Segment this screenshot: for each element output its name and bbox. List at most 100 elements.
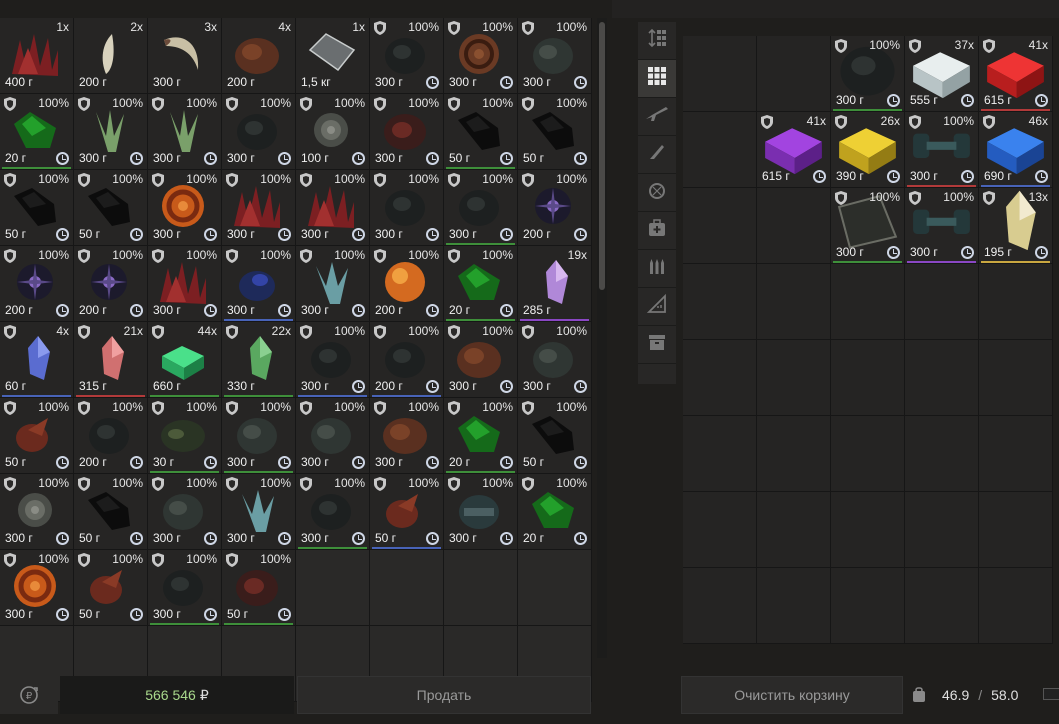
weight-indicator: 46.9 / 58.0 (912, 676, 1059, 714)
stash-item-slot[interactable]: 1x 400 г (0, 18, 74, 94)
stash-item-slot[interactable]: 100% 300 г (296, 398, 370, 474)
stash-item-slot[interactable]: 100% 300 г (148, 246, 222, 322)
stash-item-slot[interactable]: 100% 300 г (296, 246, 370, 322)
stash-item-slot[interactable]: 100% 50 г (0, 398, 74, 474)
stash-item-slot[interactable]: 100% 50 г (370, 474, 444, 550)
stash-item-slot[interactable]: 100% 200 г (370, 322, 444, 398)
found-in-raid-icon (78, 477, 90, 491)
stash-item-slot[interactable]: 100% 200 г (74, 246, 148, 322)
stash-item-slot[interactable]: 100% 300 г (296, 170, 370, 246)
stash-item-slot[interactable]: 100% 200 г (518, 170, 592, 246)
stash-item-slot[interactable]: 1x 1,5 кг (296, 18, 370, 94)
stash-item-slot[interactable]: 100% 300 г (370, 18, 444, 94)
stash-item-slot[interactable]: 100% 300 г (222, 94, 296, 170)
stash-item-slot[interactable]: 2x 200 г (74, 18, 148, 94)
stash-item-slot[interactable]: 100% 300 г (296, 322, 370, 398)
sort-filter-button[interactable] (638, 22, 676, 60)
basket-item-slot[interactable]: 100% 300 г (905, 188, 979, 264)
medkit-filter-button[interactable] (638, 212, 676, 250)
stash-item-slot[interactable]: 3x 300 г (148, 18, 222, 94)
stash-item-slot[interactable]: 4x 200 г (222, 18, 296, 94)
basket-item-slot[interactable]: 13x 195 г (979, 188, 1053, 264)
basket-item-slot[interactable]: 41x 615 г (979, 36, 1053, 112)
stash-scrollbar[interactable] (597, 18, 607, 658)
stash-item-slot[interactable]: 100% 50 г (222, 550, 296, 626)
basket-item-slot[interactable]: 26x 390 г (831, 112, 905, 188)
stash-item-slot[interactable]: 100% 300 г (222, 246, 296, 322)
found-in-raid-icon (226, 97, 238, 111)
stash-item-slot[interactable]: 100% 300 г (370, 94, 444, 170)
stash-item-slot[interactable]: 100% 300 г (370, 398, 444, 474)
rock-black-item-icon (526, 106, 580, 154)
basket-empty-slot (831, 492, 905, 568)
grid-filter-button[interactable] (638, 60, 676, 98)
stash-item-slot[interactable]: 100% 20 г (0, 94, 74, 170)
item-count: 100% (186, 476, 217, 490)
stash-item-slot[interactable]: 100% 50 г (0, 170, 74, 246)
basket-item-slot[interactable]: 100% 300 г (905, 112, 979, 188)
stash-item-slot[interactable]: 100% 300 г (148, 474, 222, 550)
stash-item-slot[interactable]: 100% 300 г (444, 170, 518, 246)
basket-item-slot[interactable]: 100% 300 г (831, 188, 905, 264)
stash-item-slot[interactable]: 100% 50 г (74, 474, 148, 550)
stash-item-slot[interactable]: 100% 50 г (444, 94, 518, 170)
archive-filter-button[interactable] (638, 326, 676, 364)
item-count: 100% (186, 172, 217, 186)
found-in-raid-icon (983, 191, 995, 205)
stash-item-slot[interactable]: 100% 200 г (74, 398, 148, 474)
stash-item-slot[interactable]: 100% 50 г (74, 550, 148, 626)
stash-item-slot[interactable]: 100% 300 г (0, 474, 74, 550)
stash-item-slot[interactable]: 100% 300 г (148, 550, 222, 626)
knife-filter-button[interactable] (638, 136, 676, 174)
stash-item-slot[interactable]: 100% 300 г (518, 18, 592, 94)
stash-item-slot[interactable]: 100% 20 г (518, 474, 592, 550)
stash-item-slot[interactable]: 100% 300 г (0, 550, 74, 626)
stash-item-slot[interactable]: 100% 300 г (518, 322, 592, 398)
rarity-line (2, 167, 71, 169)
stash-item-slot[interactable]: 22x 330 г (222, 322, 296, 398)
clear-basket-button[interactable]: Очистить корзину (681, 676, 903, 714)
ruler-filter-button[interactable] (638, 288, 676, 326)
stash-item-slot[interactable]: 100% 300 г (222, 170, 296, 246)
grenade-filter-button[interactable] (638, 174, 676, 212)
stash-item-slot[interactable]: 100% 30 г (148, 398, 222, 474)
basket-empty-slot (683, 188, 757, 264)
stash-item-slot[interactable]: 100% 20 г (444, 398, 518, 474)
item-count: 100% (38, 96, 69, 110)
refresh-button[interactable]: ₽ (0, 676, 58, 714)
stash-item-slot[interactable]: 44x 660 г (148, 322, 222, 398)
stash-item-slot[interactable]: 100% 300 г (296, 474, 370, 550)
stash-item-slot[interactable]: 100% 300 г (148, 170, 222, 246)
scroll-thumb[interactable] (599, 22, 605, 290)
item-count: 4x (278, 20, 291, 34)
item-weight: 300 г (153, 227, 181, 241)
stash-item-slot[interactable]: 100% 300 г (148, 94, 222, 170)
stash-item-slot[interactable]: 100% 20 г (444, 246, 518, 322)
stash-item-slot[interactable]: 100% 100 г (296, 94, 370, 170)
stash-item-slot[interactable]: 100% 300 г (444, 18, 518, 94)
basket-item-slot[interactable]: 46x 690 г (979, 112, 1053, 188)
stash-item-slot[interactable]: 100% 300 г (222, 398, 296, 474)
stash-item-slot[interactable]: 100% 300 г (222, 474, 296, 550)
stash-item-slot[interactable]: 100% 50 г (518, 94, 592, 170)
stash-item-slot[interactable]: 100% 50 г (74, 170, 148, 246)
stash-item-slot[interactable]: 19x 285 г (518, 246, 592, 322)
basket-item-slot[interactable]: 100% 300 г (831, 36, 905, 112)
rarity-line (981, 185, 1050, 187)
stash-item-slot[interactable]: 100% 50 г (518, 398, 592, 474)
rifle-filter-button[interactable] (638, 98, 676, 136)
ammo-filter-button[interactable] (638, 250, 676, 288)
basket-empty-slot (683, 416, 757, 492)
stash-item-slot[interactable]: 4x 60 г (0, 322, 74, 398)
stash-item-slot[interactable]: 100% 300 г (370, 170, 444, 246)
stash-item-slot[interactable]: 100% 300 г (74, 94, 148, 170)
basket-item-slot[interactable]: 37x 555 г (905, 36, 979, 112)
stash-item-slot[interactable]: 100% 200 г (0, 246, 74, 322)
stash-item-slot[interactable]: 21x 315 г (74, 322, 148, 398)
basket-item-slot[interactable]: 41x 615 г (757, 112, 831, 188)
stash-item-slot[interactable]: 100% 300 г (444, 322, 518, 398)
stash-item-slot[interactable]: 100% 200 г (370, 246, 444, 322)
found-in-raid-icon (152, 401, 164, 415)
sell-button[interactable]: Продать (297, 676, 591, 714)
stash-item-slot[interactable]: 100% 300 г (444, 474, 518, 550)
